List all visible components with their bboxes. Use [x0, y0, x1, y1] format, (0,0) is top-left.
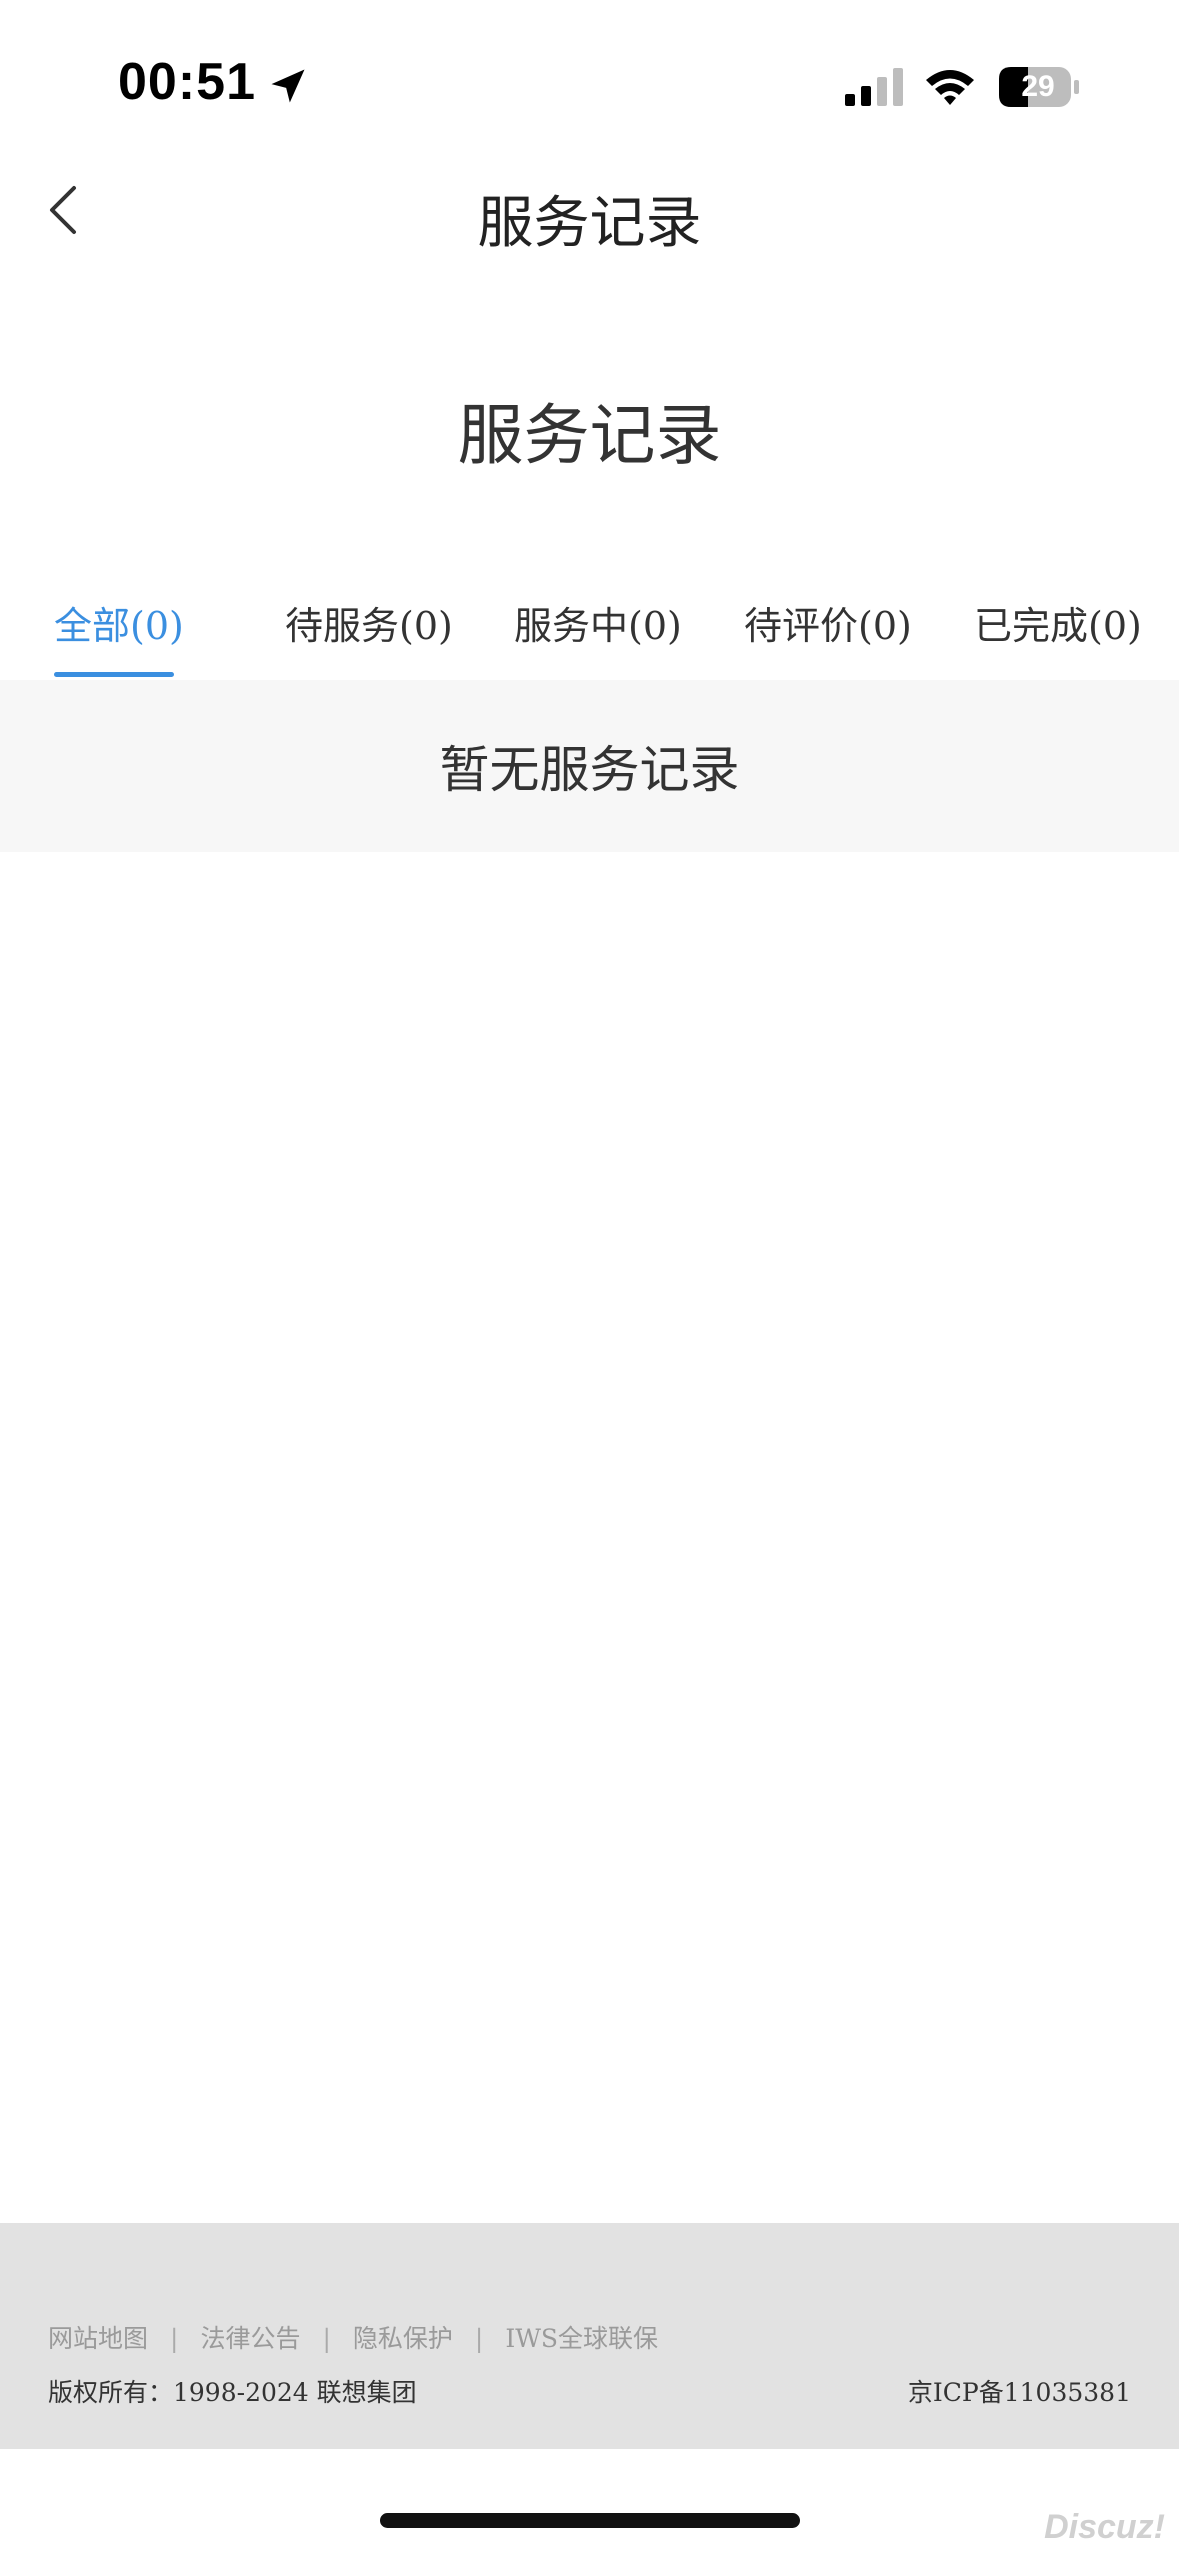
copyright-text: 版权所有：1998-2024 联想集团 — [48, 2378, 417, 2407]
status-bar: 00:51 29 — [0, 0, 1179, 150]
tab-all[interactable]: 全部(0) — [54, 595, 184, 680]
empty-state-text: 暂无服务记录 — [439, 741, 740, 799]
tab-pending-service[interactable]: 待服务(0) — [285, 595, 453, 680]
footer-link-legal[interactable]: 法律公告 — [200, 2324, 300, 2353]
tab-in-service[interactable]: 服务中(0) — [514, 595, 682, 680]
active-tab-indicator — [54, 672, 174, 677]
home-indicator[interactable] — [380, 2513, 800, 2528]
footer-separator: | — [322, 2324, 331, 2353]
icp-license[interactable]: 京ICP备11035381 — [908, 2373, 1131, 2409]
watermark: Discuz! — [1044, 2508, 1165, 2546]
tab-completed[interactable]: 已完成(0) — [974, 595, 1142, 680]
location-arrow-icon — [271, 69, 305, 103]
nav-title: 服务记录 — [477, 191, 702, 256]
page-title: 服务记录 — [457, 397, 722, 474]
cellular-signal-icon — [845, 68, 903, 106]
empty-state: 暂无服务记录 — [0, 680, 1179, 852]
footer-link-sitemap[interactable]: 网站地图 — [48, 2324, 148, 2353]
battery-level: 29 — [1021, 70, 1055, 103]
footer-link-privacy[interactable]: 隐私保护 — [353, 2324, 453, 2353]
wifi-icon — [926, 70, 974, 105]
status-tabs: 全部(0) 待服务(0) 服务中(0) 待评价(0) 已完成(0) — [0, 595, 1179, 680]
tab-pending-review[interactable]: 待评价(0) — [744, 595, 912, 680]
footer-links: 网站地图 | 法律公告 | 隐私保护 | IWS全球联保 — [48, 2319, 658, 2355]
footer-separator: | — [474, 2324, 484, 2353]
nav-bar: 服务记录 — [0, 150, 1179, 270]
status-time: 00:51 — [118, 53, 256, 111]
footer: 网站地图 | 法律公告 | 隐私保护 | IWS全球联保 版权所有：1998-2024 联想… — [0, 2223, 1179, 2449]
footer-separator: | — [170, 2324, 179, 2353]
footer-link-warranty[interactable]: IWS全球联保 — [505, 2324, 658, 2353]
